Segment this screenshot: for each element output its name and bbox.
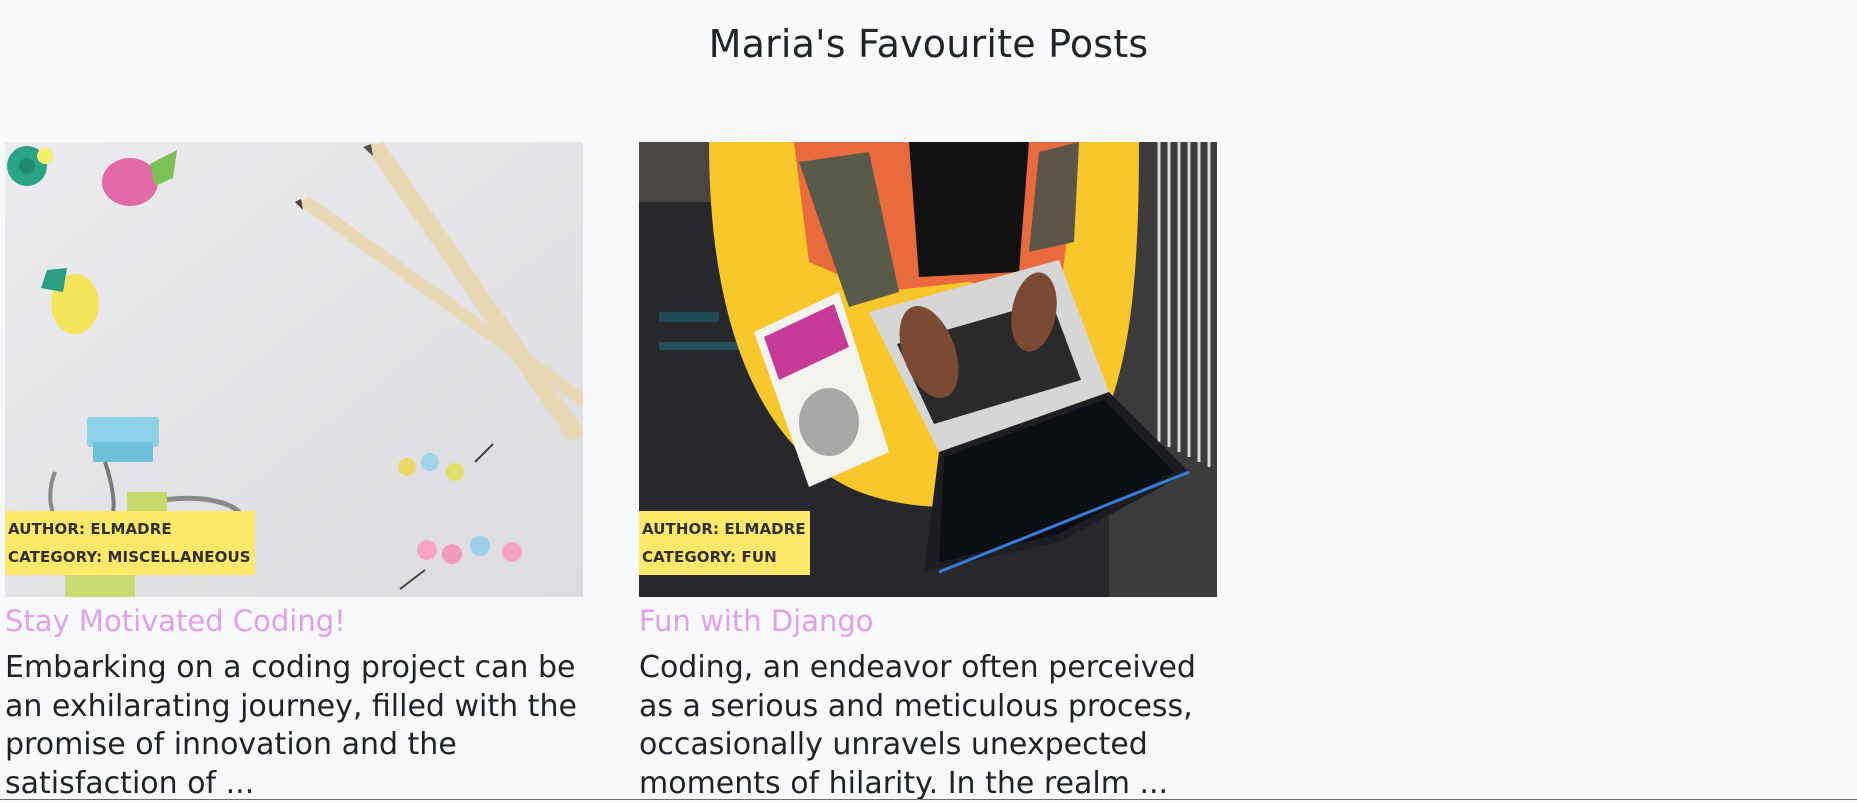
post-author: AUTHOR: ELMADRE	[8, 520, 172, 538]
post-category: CATEGORY: MISCELLANEOUS	[8, 548, 251, 566]
post-card: AUTHOR: ELMADRE CATEGORY: FUN Fun with D…	[639, 142, 1217, 803]
post-card: AUTHOR: ELMADRE CATEGORY: MISCELLANEOUS …	[5, 142, 583, 803]
post-excerpt: Embarking on a coding project can be an …	[5, 650, 577, 801]
post-thumbnail-link[interactable]: AUTHOR: ELMADRE CATEGORY: MISCELLANEOUS	[5, 142, 583, 597]
post-author: AUTHOR: ELMADRE	[642, 520, 806, 538]
post-meta-badge: AUTHOR: ELMADRE CATEGORY: FUN	[639, 511, 810, 575]
post-title-link[interactable]: Stay Motivated Coding!	[5, 603, 583, 639]
post-excerpt: Coding, an endeavor often perceived as a…	[639, 650, 1196, 801]
post-meta-badge: AUTHOR: ELMADRE CATEGORY: MISCELLANEOUS	[5, 511, 255, 575]
post-title-link[interactable]: Fun with Django	[639, 603, 1217, 639]
post-thumbnail-link[interactable]: AUTHOR: ELMADRE CATEGORY: FUN	[639, 142, 1217, 597]
page-title: Maria's Favourite Posts	[708, 22, 1149, 66]
post-category: CATEGORY: FUN	[642, 548, 777, 566]
